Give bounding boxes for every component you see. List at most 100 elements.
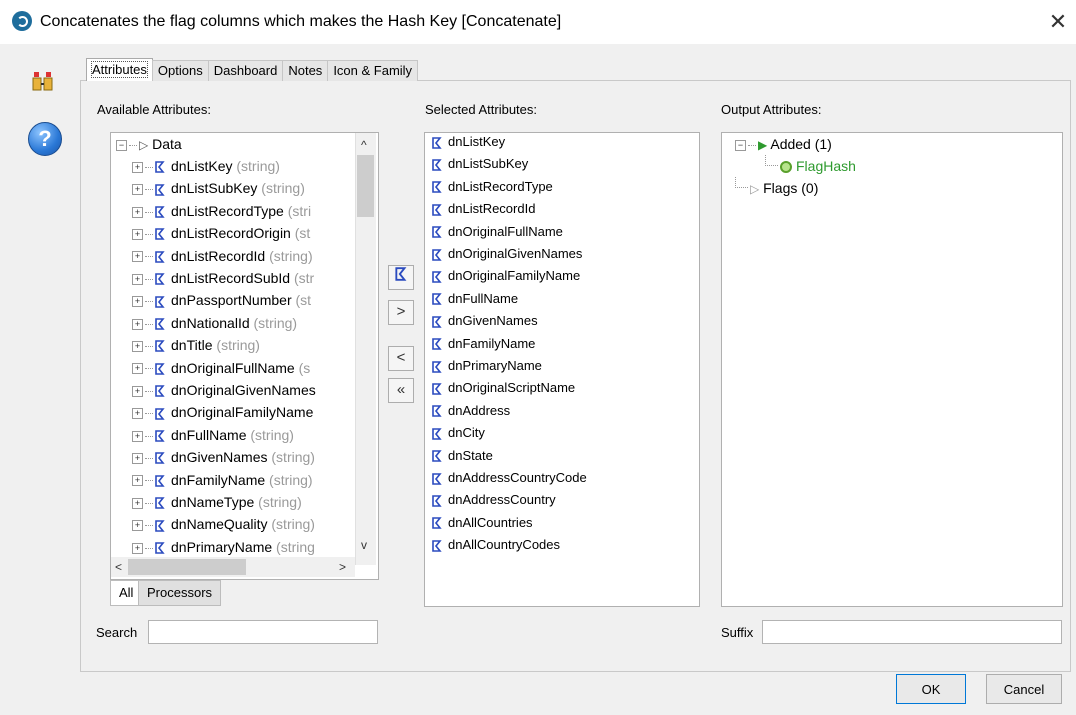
suffix-input[interactable] <box>762 620 1062 644</box>
selected-attribute-item[interactable]: dnFullName <box>432 288 518 310</box>
attribute-icon <box>155 206 165 218</box>
output-attributes-tree[interactable] <box>721 132 1063 607</box>
remove-all-button[interactable]: « <box>388 378 414 403</box>
selected-attribute-item[interactable]: dnPrimaryName <box>432 355 542 377</box>
tab-options[interactable]: Options <box>151 60 209 81</box>
selected-attribute-item[interactable]: dnListRecordId <box>432 198 535 220</box>
scroll-up-icon[interactable]: ^ <box>361 138 367 152</box>
available-attribute-item[interactable]: + dnOriginalGivenNames <box>132 379 354 401</box>
available-attribute-item[interactable]: + dnListRecordId (string) <box>132 245 354 267</box>
expand-icon[interactable]: + <box>132 363 143 375</box>
selected-attribute-item[interactable]: dnOriginalGivenNames <box>432 243 582 265</box>
tab-attributes[interactable]: Attributes <box>86 58 153 81</box>
expand-icon[interactable]: + <box>132 430 143 442</box>
scroll-down-icon[interactable]: v <box>361 538 367 552</box>
attribute-icon <box>432 539 442 552</box>
available-attribute-item[interactable]: + dnGivenNames (string) <box>132 446 354 468</box>
expand-icon[interactable]: + <box>132 318 143 330</box>
attribute-icon <box>155 318 165 330</box>
available-attribute-item[interactable]: + dnPrimaryName (string <box>132 536 354 558</box>
expand-icon[interactable]: + <box>132 184 143 196</box>
expand-icon[interactable]: + <box>132 251 143 263</box>
available-attribute-item[interactable]: + dnFamilyName (string) <box>132 469 354 491</box>
collapse-icon[interactable]: − <box>116 139 127 151</box>
selected-attribute-item[interactable]: dnAddress <box>432 400 510 422</box>
available-attribute-item[interactable]: + dnListRecordOrigin (st <box>132 222 354 244</box>
selected-attribute-item[interactable]: dnState <box>432 445 493 467</box>
selected-attribute-item[interactable]: dnAddressCountry <box>432 489 556 511</box>
selected-attribute-item[interactable]: dnAllCountries <box>432 512 533 534</box>
window-title: Concatenates the flag columns which make… <box>40 13 562 30</box>
expand-icon[interactable]: + <box>132 296 143 308</box>
cancel-button[interactable]: Cancel <box>986 674 1062 704</box>
available-attribute-item[interactable]: + dnFullName (string) <box>132 424 354 446</box>
attribute-icon <box>432 136 442 149</box>
available-attribute-item[interactable]: + dnOriginalFamilyName <box>132 401 354 423</box>
selected-attribute-item[interactable]: dnCity <box>432 422 485 444</box>
selected-attribute-item[interactable]: dnListRecordType <box>432 176 553 198</box>
expand-icon[interactable]: + <box>132 542 143 554</box>
expand-icon[interactable]: + <box>132 161 143 173</box>
available-attribute-item[interactable]: + dnListRecordSubId (str <box>132 267 354 289</box>
selected-attribute-item[interactable]: dnOriginalFullName <box>432 221 563 243</box>
subtab-processors[interactable]: Processors <box>138 580 222 606</box>
available-attribute-item[interactable]: + dnNameQuality (string) <box>132 513 354 535</box>
expand-icon[interactable]: + <box>132 340 143 352</box>
expand-icon[interactable]: + <box>132 497 143 509</box>
available-attribute-item[interactable]: + dnListKey (string) <box>132 155 354 177</box>
tree-root-data[interactable]: − ▷ Data <box>116 133 182 155</box>
attribute-icon <box>432 271 442 283</box>
selected-attribute-item[interactable]: dnOriginalScriptName <box>432 377 575 399</box>
scroll-right-icon[interactable]: > <box>339 560 346 574</box>
selected-attribute-item[interactable]: dnOriginalFamilyName <box>432 265 580 287</box>
available-attribute-item[interactable]: + dnNameType (string) <box>132 491 354 513</box>
tab-notes[interactable]: Notes <box>282 60 329 81</box>
close-icon[interactable]: ✕ <box>1044 8 1072 36</box>
available-attribute-item[interactable]: + dnListSubKey (string) <box>132 177 354 199</box>
available-attribute-item[interactable]: + dnListRecordType (stri <box>132 200 354 222</box>
search-input[interactable] <box>148 620 378 644</box>
added-arrow-icon: ▶ <box>758 138 768 152</box>
selected-attribute-item[interactable]: dnGivenNames <box>432 310 538 332</box>
scroll-left-icon[interactable]: < <box>115 560 122 574</box>
expand-icon[interactable]: + <box>132 206 143 218</box>
expand-icon[interactable]: + <box>132 452 143 464</box>
output-flags-node[interactable]: ▷ Flags (0) <box>735 177 818 199</box>
output-flaghash-node[interactable]: FlagHash <box>765 155 856 177</box>
attribute-icon <box>155 475 165 487</box>
attribute-icon <box>395 267 407 281</box>
selected-attribute-item[interactable]: dnAllCountryCodes <box>432 534 560 556</box>
vertical-scroll-thumb[interactable] <box>357 155 374 217</box>
available-attribute-item[interactable]: + dnPassportNumber (st <box>132 289 354 311</box>
remove-button[interactable]: < <box>388 346 414 371</box>
tab-icon-family[interactable]: Icon & Family <box>327 60 419 81</box>
tab-bar: Attributes Options Dashboard Notes Icon … <box>86 58 419 81</box>
available-attribute-item[interactable]: + dnNationalId (string) <box>132 312 354 334</box>
help-icon[interactable]: ? <box>28 122 62 156</box>
horizontal-scroll-thumb[interactable] <box>128 559 246 575</box>
add-button[interactable]: > <box>388 300 414 325</box>
search-label: Search <box>96 625 138 640</box>
expand-icon[interactable]: + <box>132 475 143 487</box>
available-attributes-label: Available Attributes: <box>97 102 211 117</box>
attribute-icon <box>432 405 442 418</box>
available-attribute-item[interactable]: + dnTitle (string) <box>132 334 354 356</box>
add-selected-icon-button[interactable] <box>388 265 414 290</box>
selected-attribute-item[interactable]: dnListKey <box>432 131 505 153</box>
available-attribute-item[interactable]: + dnOriginalFullName (s <box>132 357 354 379</box>
tab-dashboard[interactable]: Dashboard <box>207 60 284 81</box>
expand-icon[interactable]: + <box>132 228 143 240</box>
attribute-icon <box>155 340 165 353</box>
selected-attribute-item[interactable]: dnAddressCountryCode <box>432 467 587 489</box>
selected-attribute-item[interactable]: dnListSubKey <box>432 153 528 175</box>
expand-icon[interactable]: + <box>132 520 143 532</box>
attribute-icon <box>155 385 165 398</box>
expand-icon[interactable]: + <box>132 273 143 285</box>
collapse-icon[interactable]: − <box>735 139 746 151</box>
expand-icon[interactable]: + <box>132 385 143 397</box>
ok-button[interactable]: OK <box>896 674 966 704</box>
selected-attribute-item[interactable]: dnFamilyName <box>432 333 535 355</box>
expand-icon[interactable]: + <box>132 408 143 420</box>
concatenate-processor-icon <box>32 72 53 91</box>
output-added-node[interactable]: − ▶ Added (1) <box>735 133 832 155</box>
